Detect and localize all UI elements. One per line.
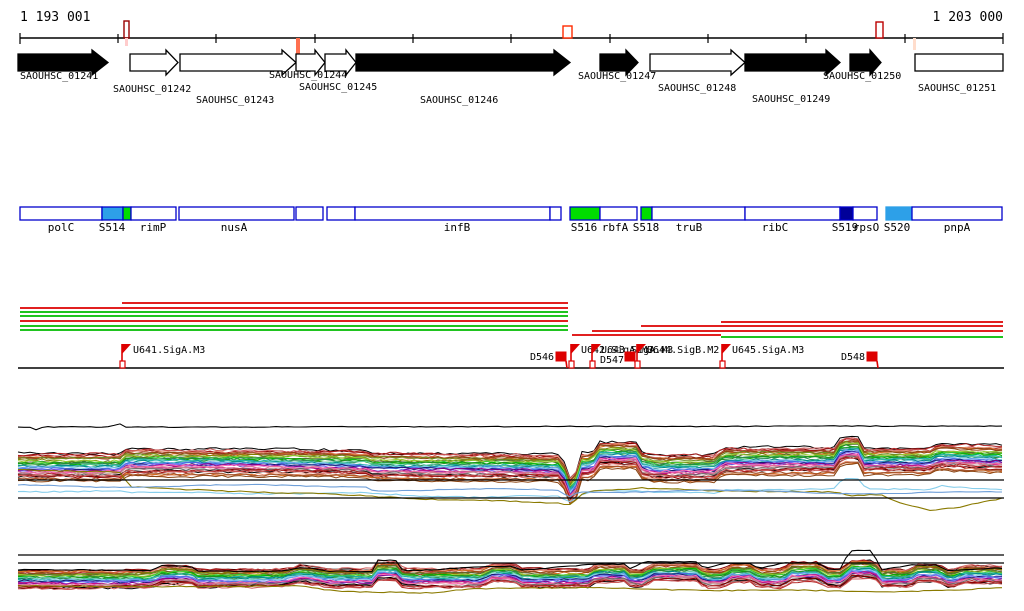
gene-label: SAOUHSC_01249 [752, 94, 830, 105]
tss-flag-base [719, 360, 726, 369]
genome-browser: 1 193 001 1 203 000 SAOUHSC_01241 SAOUHSC… [0, 0, 1024, 611]
feature-box-unlabeled[interactable] [295, 206, 324, 221]
feature-label: pnpA [944, 221, 971, 234]
feature-label: S520 [884, 221, 911, 234]
genome-tracks-canvas: SAOUHSC_01241 SAOUHSC_01242 SAOUHSC_01243 S… [17, 20, 1004, 594]
feature-label: polC [48, 221, 75, 234]
tss-flag-base [634, 360, 641, 369]
feature-label: rbfA [602, 221, 629, 234]
ruler-marker [125, 38, 128, 46]
tss-flag-base [568, 360, 575, 369]
gene-label: SAOUHSC_01242 [113, 84, 191, 95]
ruler-marker [875, 21, 884, 39]
feature-label: rimP [140, 221, 167, 234]
gene-label: SAOUHSC_01245 [299, 82, 377, 93]
feature-box-unlabeled[interactable] [122, 206, 132, 221]
feature-label: nusA [221, 221, 248, 234]
ruler-marker [913, 38, 916, 50]
feature-box-polC[interactable] [19, 206, 103, 221]
term-flag-D546[interactable] [555, 351, 567, 362]
tss-flag-U641.SigA.M3[interactable] [122, 344, 131, 354]
gene-label: SAOUHSC_01250 [823, 71, 901, 82]
tss-flag-base [589, 360, 596, 369]
feature-label: S516 [571, 221, 598, 234]
gene-SAOUHSC_01242[interactable] [129, 48, 179, 77]
gene-SAOUHSC_01246[interactable] [355, 48, 572, 77]
gene-label: SAOUHSC_01243 [196, 95, 274, 106]
feature-box-unlabeled[interactable] [549, 206, 562, 221]
ruler-marker [296, 38, 300, 56]
tss-flag-U642.SigA.M3[interactable] [571, 344, 580, 354]
feature-label: rpsO [853, 221, 880, 234]
gene-label: SAOUHSC_01241 [20, 71, 98, 82]
feature-box-nusA[interactable] [178, 206, 295, 221]
feature-label: ribC [762, 221, 789, 234]
feature-box-S516[interactable] [569, 206, 601, 221]
feature-box-S514[interactable] [101, 206, 124, 221]
feature-box-pnpA[interactable] [911, 206, 1003, 221]
ruler-marker [123, 20, 130, 39]
gene-label: SAOUHSC_01251 [918, 83, 996, 94]
flag-label: D548 [841, 352, 865, 363]
feature-box-truB[interactable] [651, 206, 746, 221]
flag-label: U644.SigB.M2 [647, 345, 719, 356]
flag-label: U645.SigA.M3 [732, 345, 804, 356]
feature-box-rpsO[interactable] [852, 206, 878, 221]
gene-SAOUHSC_01248[interactable] [649, 48, 746, 77]
feature-box-S519[interactable] [839, 206, 854, 221]
feature-box-S518[interactable] [640, 206, 653, 221]
tss-flag-U645.SigA.M3[interactable] [722, 344, 731, 354]
expression-outlier-line [17, 585, 1003, 594]
feature-label: S518 [633, 221, 660, 234]
feature-box-S520[interactable] [885, 206, 913, 221]
feature-box-ribC[interactable] [744, 206, 841, 221]
feature-box-unlabeled[interactable] [326, 206, 356, 221]
expression-outlier-line [17, 423, 1003, 431]
expression-outlier-line [17, 483, 1002, 498]
term-flag-D548[interactable] [866, 351, 878, 362]
feature-box-infB[interactable] [354, 206, 551, 221]
term-flag-pole [565, 360, 568, 369]
gene-SAOUHSC_01245[interactable] [324, 48, 357, 77]
feature-label: truB [676, 221, 703, 234]
flag-label: U641.SigA.M3 [133, 345, 205, 356]
term-flag-D547[interactable] [624, 351, 636, 362]
gene-label: SAOUHSC_01246 [420, 95, 498, 106]
gene-label: SAOUHSC_01247 [578, 71, 656, 82]
tss-flag-base [119, 360, 126, 369]
flag-label: D547 [600, 355, 624, 366]
feature-box-rbfA[interactable] [599, 206, 638, 221]
gene-SAOUHSC_01251[interactable] [914, 53, 1004, 72]
term-flag-pole [876, 360, 879, 369]
flag-label: D546 [530, 352, 554, 363]
gene-label: SAOUHSC_01248 [658, 83, 736, 94]
feature-box-rimP[interactable] [130, 206, 177, 221]
feature-label: infB [444, 221, 471, 234]
feature-label: S514 [99, 221, 126, 234]
ruler-marker [562, 25, 573, 39]
